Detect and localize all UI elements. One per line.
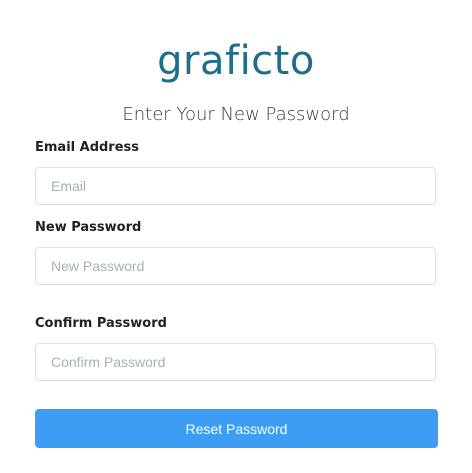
brand-logo: graficto [0,38,472,88]
confirm-password-label: Confirm Password [35,316,167,331]
page-title: Enter Your New Password [122,104,350,125]
email-field[interactable] [35,167,436,205]
logo-text: graficto [157,38,315,84]
new-password-field[interactable] [35,247,436,285]
new-password-label: New Password [35,220,142,235]
email-label: Email Address [35,140,140,155]
reset-password-button[interactable]: Reset Password [35,409,438,448]
graficto-logo: graficto [157,38,315,84]
confirm-password-field[interactable] [35,343,436,381]
